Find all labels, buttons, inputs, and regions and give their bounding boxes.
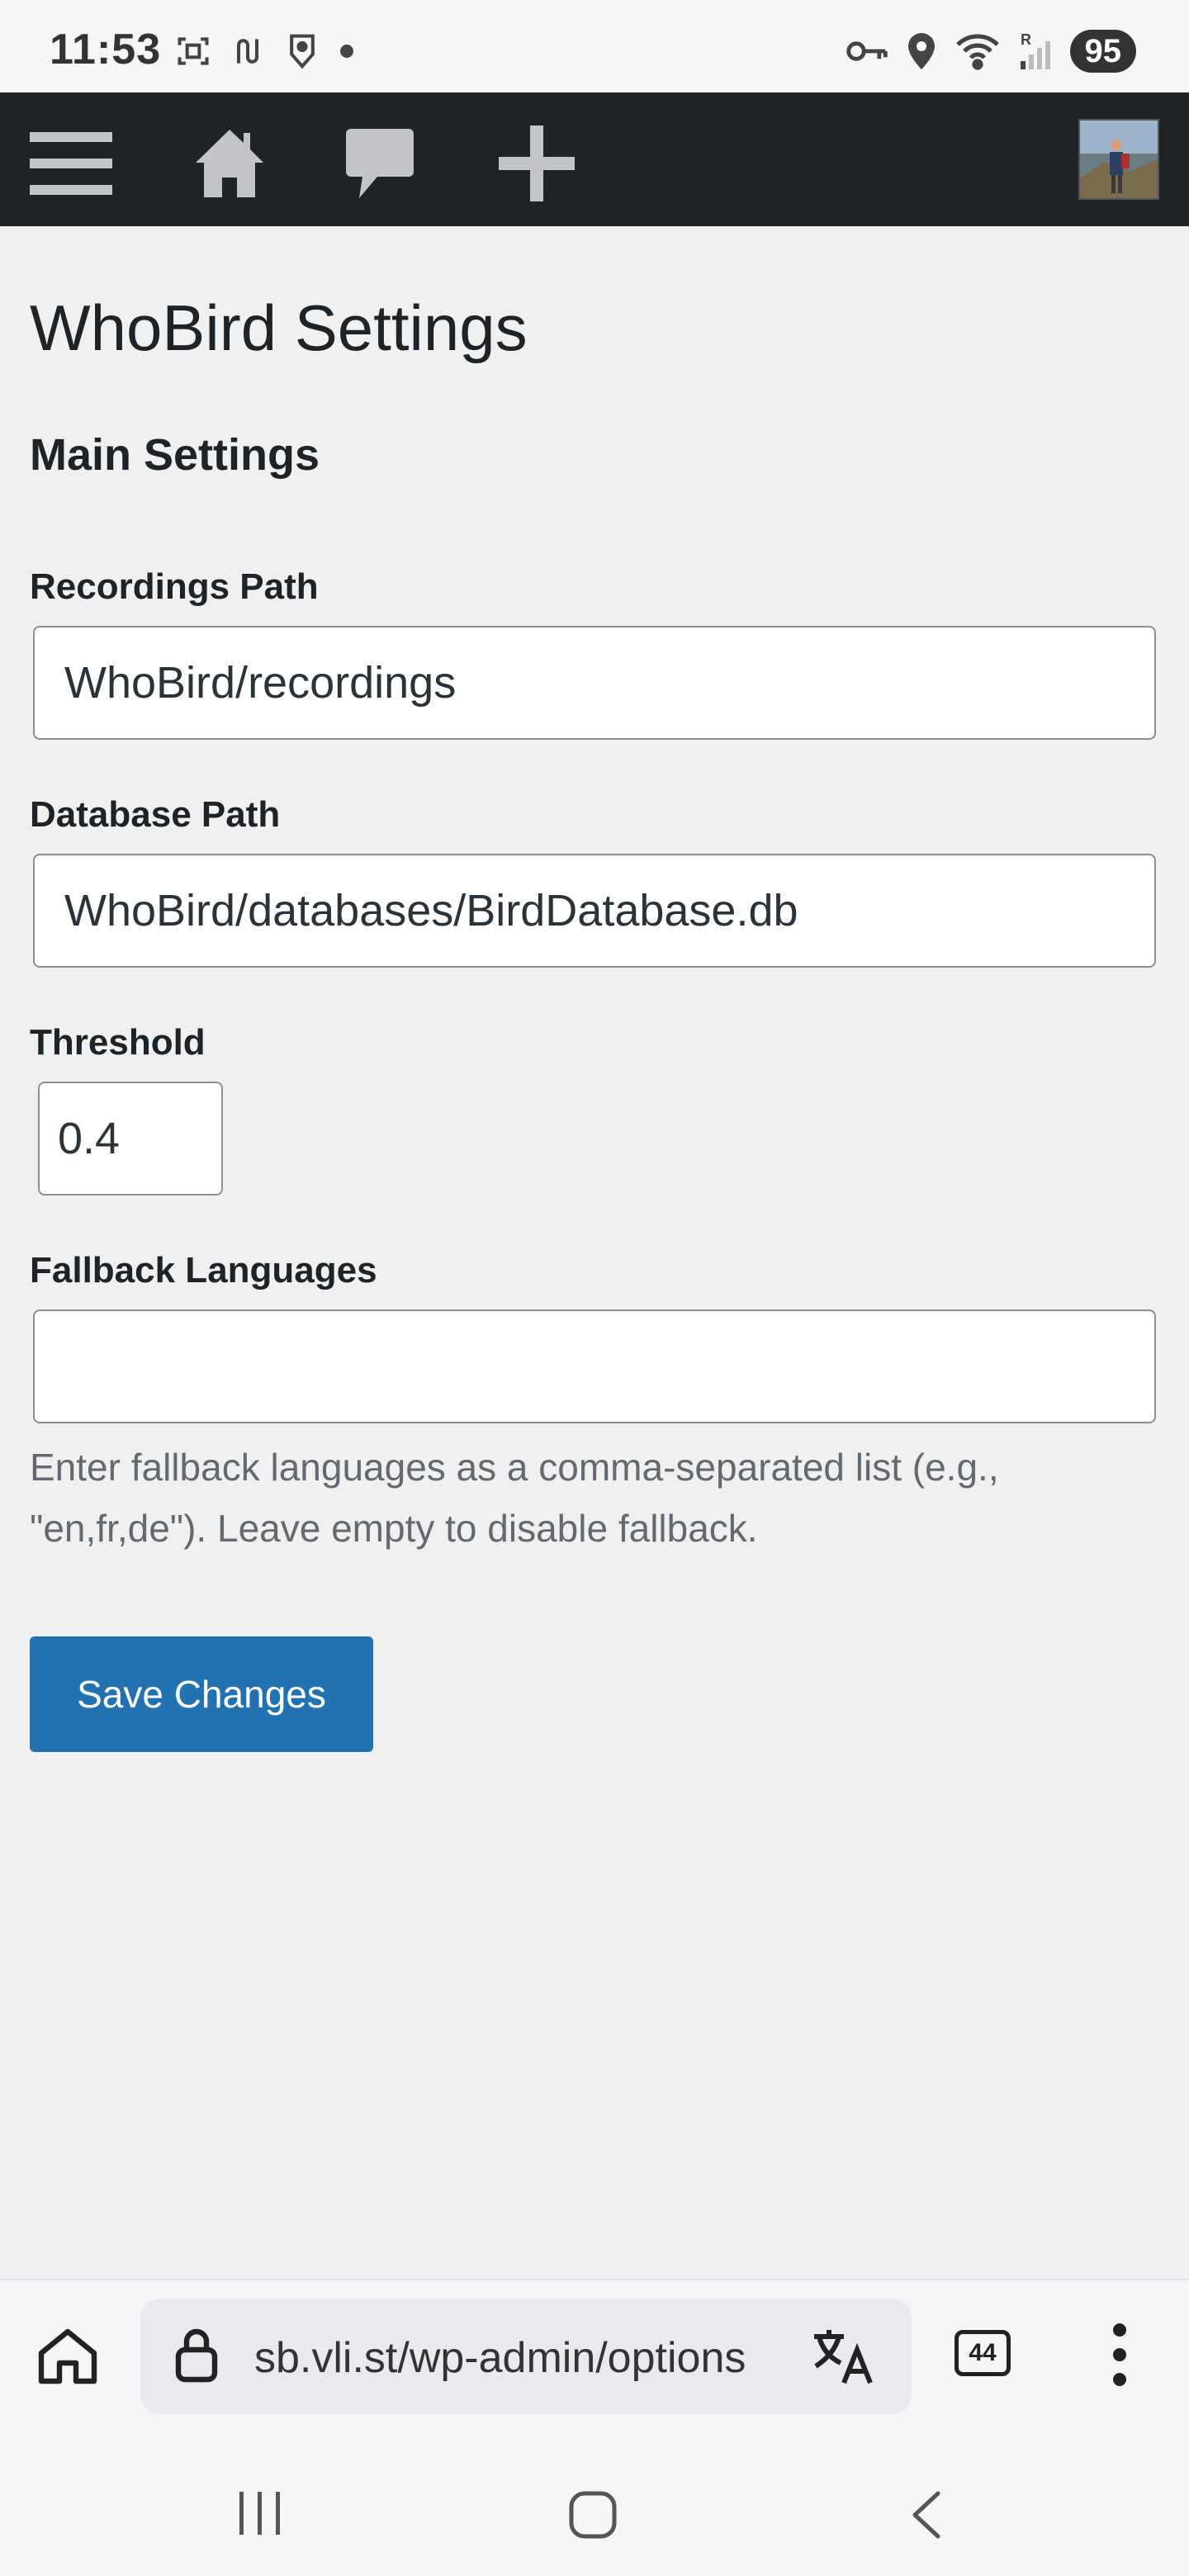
svg-text:R: R — [1021, 31, 1031, 48]
address-bar[interactable]: sb.vli.st/wp-admin/options — [140, 2299, 912, 2414]
route-icon — [236, 39, 259, 64]
user-avatar[interactable] — [1078, 119, 1159, 200]
recordings-path-input[interactable] — [33, 626, 1156, 740]
menu-icon[interactable] — [30, 122, 112, 205]
dot-icon — [340, 45, 353, 58]
wifi-icon — [955, 34, 999, 70]
status-icons-right: R 95 — [846, 30, 1136, 73]
status-time: 11:53 — [50, 26, 162, 73]
browser-toolbar: sb.vli.st/wp-admin/options 44 — [0, 2279, 1189, 2427]
fallback-languages-label: Fallback Languages — [30, 1250, 377, 1290]
system-nav-bar — [0, 2427, 1189, 2576]
url-text: sb.vli.st/wp-admin/options — [254, 2334, 746, 2382]
comment-icon[interactable] — [339, 122, 421, 205]
nav-home-icon[interactable] — [568, 2490, 618, 2544]
shield-location-icon — [290, 34, 315, 69]
fallback-languages-description: Enter fallback languages as a comma-sepa… — [30, 1446, 999, 1550]
battery-indicator: 95 — [1069, 30, 1136, 73]
recordings-path-label: Recordings Path — [30, 566, 319, 607]
threshold-label: Threshold — [30, 1022, 206, 1063]
lock-icon — [173, 2327, 220, 2387]
fallback-languages-input[interactable] — [33, 1309, 1156, 1423]
key-icon — [846, 41, 888, 61]
recents-icon[interactable] — [238, 2490, 282, 2540]
database-path-label: Database Path — [30, 794, 281, 835]
home-icon[interactable] — [188, 122, 271, 205]
more-icon[interactable] — [1111, 2322, 1128, 2392]
tab-count-button[interactable]: 44 — [955, 2330, 1011, 2376]
section-title: Main Settings — [30, 430, 320, 480]
save-changes-button[interactable]: Save Changes — [30, 1636, 373, 1752]
signal-icon: R — [1020, 31, 1050, 69]
translate-icon[interactable] — [811, 2327, 874, 2390]
screenshot-icon — [178, 37, 209, 65]
page-title: WhoBird Settings — [30, 291, 528, 364]
location-icon — [907, 33, 935, 69]
status-icons-left — [175, 31, 355, 71]
back-icon[interactable] — [908, 2490, 943, 2544]
admin-bar — [0, 92, 1189, 226]
status-bar: 11:53 R 95 — [0, 0, 1189, 92]
database-path-input[interactable] — [33, 854, 1156, 968]
plus-icon[interactable] — [495, 122, 578, 205]
browser-home-icon[interactable] — [36, 2327, 99, 2390]
threshold-input[interactable] — [38, 1082, 223, 1196]
